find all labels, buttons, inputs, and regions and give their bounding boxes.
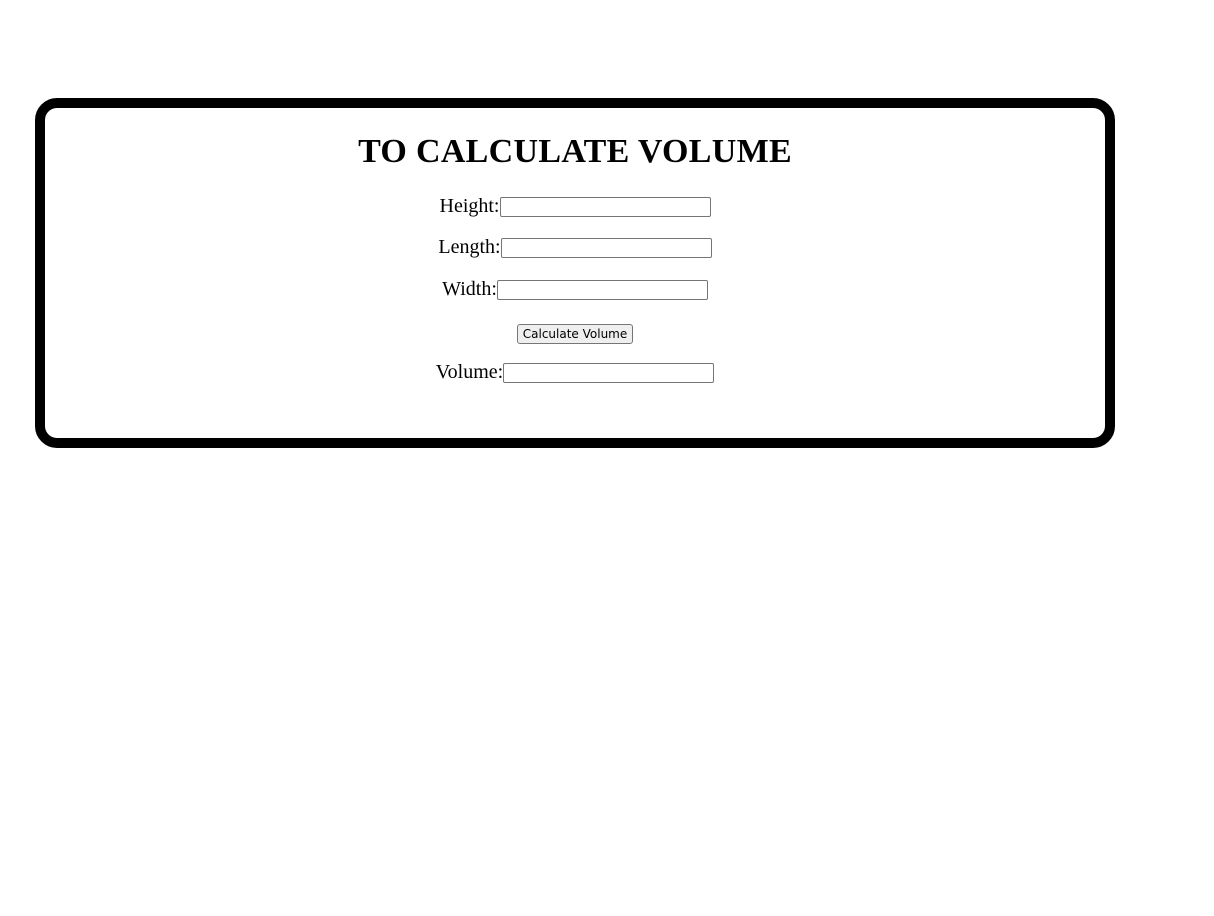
length-row: Length: xyxy=(45,235,1105,259)
page-title: TO CALCULATE VOLUME xyxy=(358,133,792,170)
volume-output[interactable] xyxy=(503,363,715,384)
length-input[interactable] xyxy=(500,238,712,259)
button-row: Calculate Volume xyxy=(45,320,1105,344)
width-label: Width: xyxy=(442,278,497,300)
width-row: Width: xyxy=(45,277,1105,301)
calculate-volume-button[interactable]: Calculate Volume xyxy=(516,324,634,344)
width-input[interactable] xyxy=(496,280,708,301)
length-label: Length: xyxy=(438,236,501,258)
height-row: Height: xyxy=(45,194,1105,218)
volume-calculator-card: TO CALCULATE VOLUME Height: Length: Widt… xyxy=(35,98,1115,448)
volume-row: Volume: xyxy=(45,360,1105,384)
height-label: Height: xyxy=(439,195,500,217)
height-input[interactable] xyxy=(499,197,711,218)
volume-label: Volume: xyxy=(435,361,504,383)
